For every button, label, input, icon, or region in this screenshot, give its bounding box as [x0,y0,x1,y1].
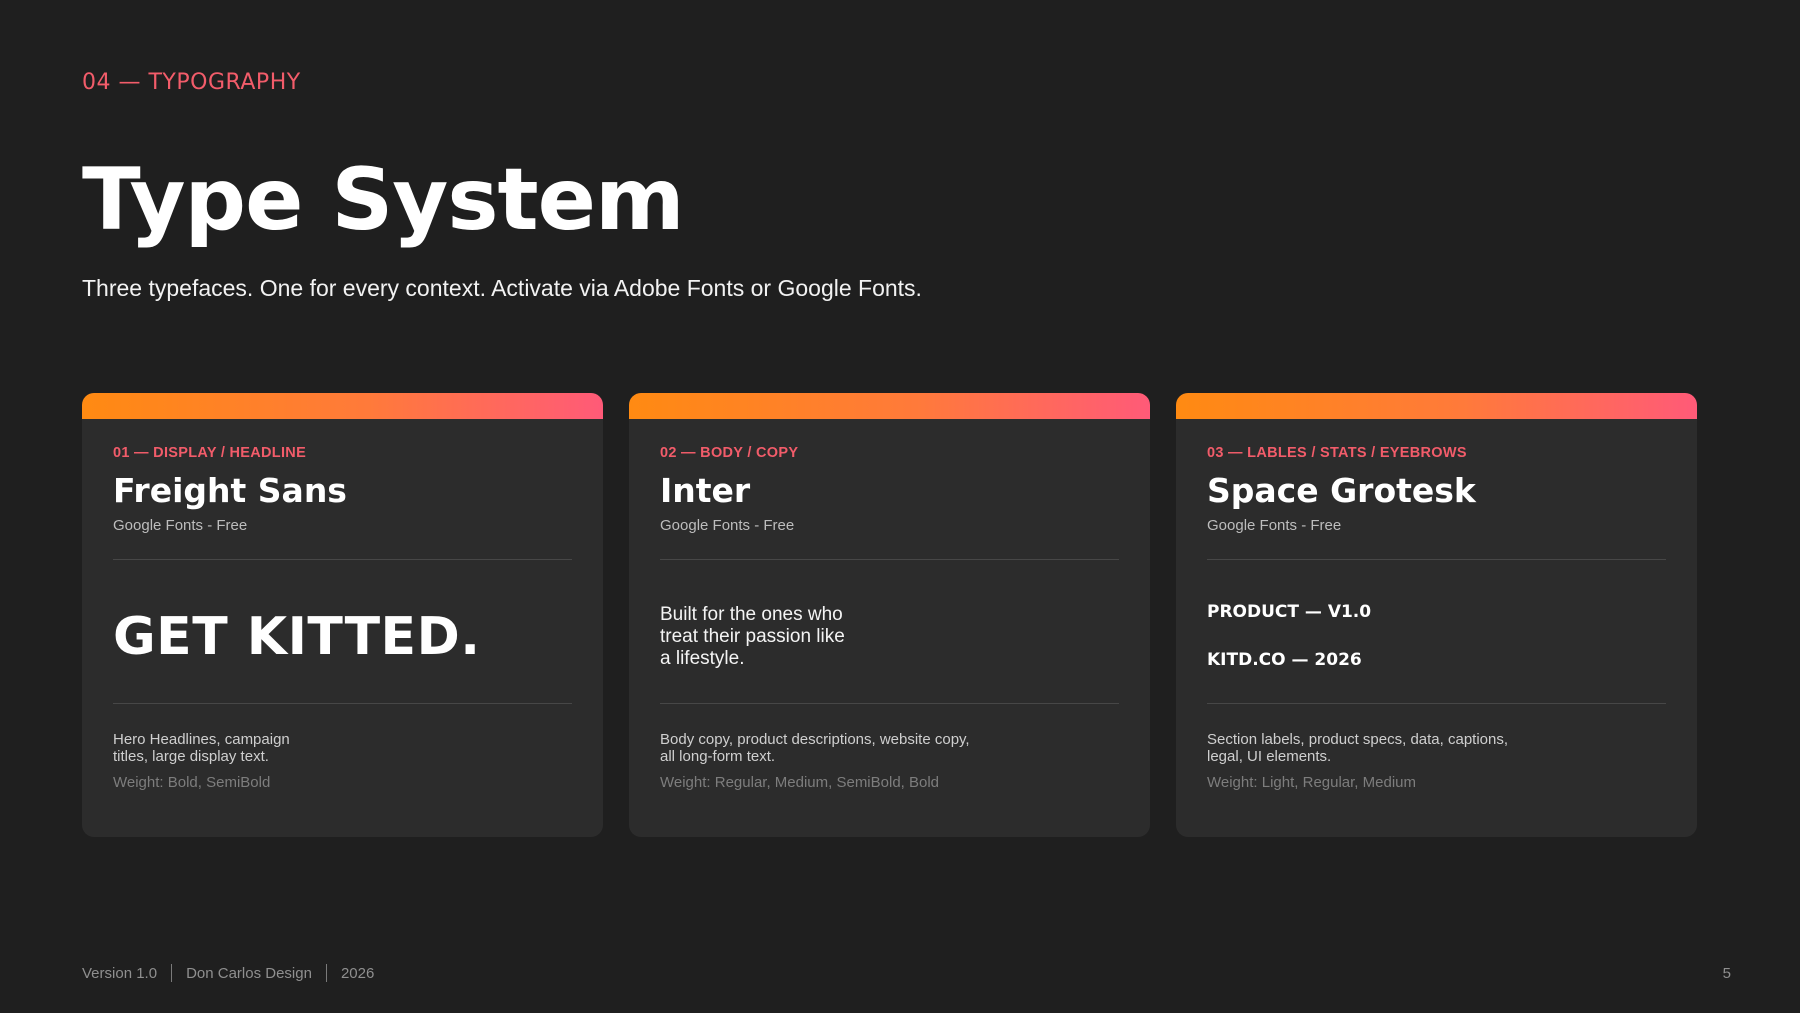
footer-author: Don Carlos Design [186,964,312,982]
footer-separator [171,964,173,982]
typeface-card-labels: 03 — LABLES / STATS / EYEBROWS Space Gro… [1176,393,1697,837]
card-usage-line: titles, large display text. [113,748,269,765]
card-divider [660,703,1119,704]
card-content: 02 — BODY / COPY Inter Google Fonts - Fr… [660,445,1119,837]
footer: Version 1.0 Don Carlos Design 2026 [82,964,374,982]
card-font-name: Space Grotesk [1207,471,1476,510]
card-content: 03 — LABLES / STATS / EYEBROWS Space Gro… [1207,445,1666,837]
card-sample-text: Built for the ones who treat their passi… [660,604,845,670]
page-title: Type System [82,150,685,250]
card-usage: Body copy, product descriptions, website… [660,731,970,765]
card-font-source: Google Fonts - Free [1207,517,1342,535]
card-sample-line: treat their passion like [660,626,845,647]
card-sample-line: a lifestyle. [660,648,745,669]
footer-separator [325,964,327,982]
card-font-source: Google Fonts - Free [660,517,795,535]
footer-version: Version 1.0 [82,964,158,982]
card-font-name: Inter [660,471,751,510]
footer-year: 2026 [340,964,375,982]
card-usage-line: all long-form text. [660,748,776,765]
card-sample-line: KITD.CO — 2026 [1207,650,1362,670]
section-eyebrow: 04 — TYPOGRAPHY [82,70,301,95]
typeface-card-body: 02 — BODY / COPY Inter Google Fonts - Fr… [629,393,1150,837]
card-weight: Weight: Regular, Medium, SemiBold, Bold [660,774,940,791]
card-divider [113,703,572,704]
card-weight: Weight: Bold, SemiBold [113,774,271,791]
card-divider [113,559,572,560]
card-divider [660,559,1119,560]
page-subtitle: Three typefaces. One for every context. … [82,275,922,301]
card-label: 02 — BODY / COPY [660,445,799,461]
slide: 04 — TYPOGRAPHY Type System Three typefa… [0,0,1800,1013]
card-sample-text: GET KITTED. [113,607,481,667]
card-gradient-bar [1176,393,1697,419]
card-weight: Weight: Light, Regular, Medium [1207,774,1416,791]
card-divider [1207,559,1666,560]
typeface-card-display: 01 — DISPLAY / HEADLINE Freight Sans Goo… [82,393,603,837]
card-content: 01 — DISPLAY / HEADLINE Freight Sans Goo… [113,445,572,837]
card-label: 03 — LABLES / STATS / EYEBROWS [1207,445,1467,461]
card-label: 01 — DISPLAY / HEADLINE [113,445,307,461]
card-usage-line: Hero Headlines, campaign [113,731,290,748]
page-number: 5 [1722,965,1731,982]
typeface-cards: 01 — DISPLAY / HEADLINE Freight Sans Goo… [82,393,1697,837]
card-gradient-bar [629,393,1150,419]
card-sample-line: PRODUCT — V1.0 [1207,602,1372,622]
card-gradient-bar [82,393,603,419]
card-usage: Section labels, product specs, data, cap… [1207,731,1508,765]
card-font-name: Freight Sans [113,471,347,510]
card-usage-line: Body copy, product descriptions, website… [660,731,970,748]
card-divider [1207,703,1666,704]
card-usage-line: legal, UI elements. [1207,748,1332,765]
card-usage-line: Section labels, product specs, data, cap… [1207,731,1509,748]
card-usage: Hero Headlines, campaign titles, large d… [113,731,290,765]
card-sample-line: Built for the ones who [660,604,843,625]
card-font-source: Google Fonts - Free [113,517,248,535]
